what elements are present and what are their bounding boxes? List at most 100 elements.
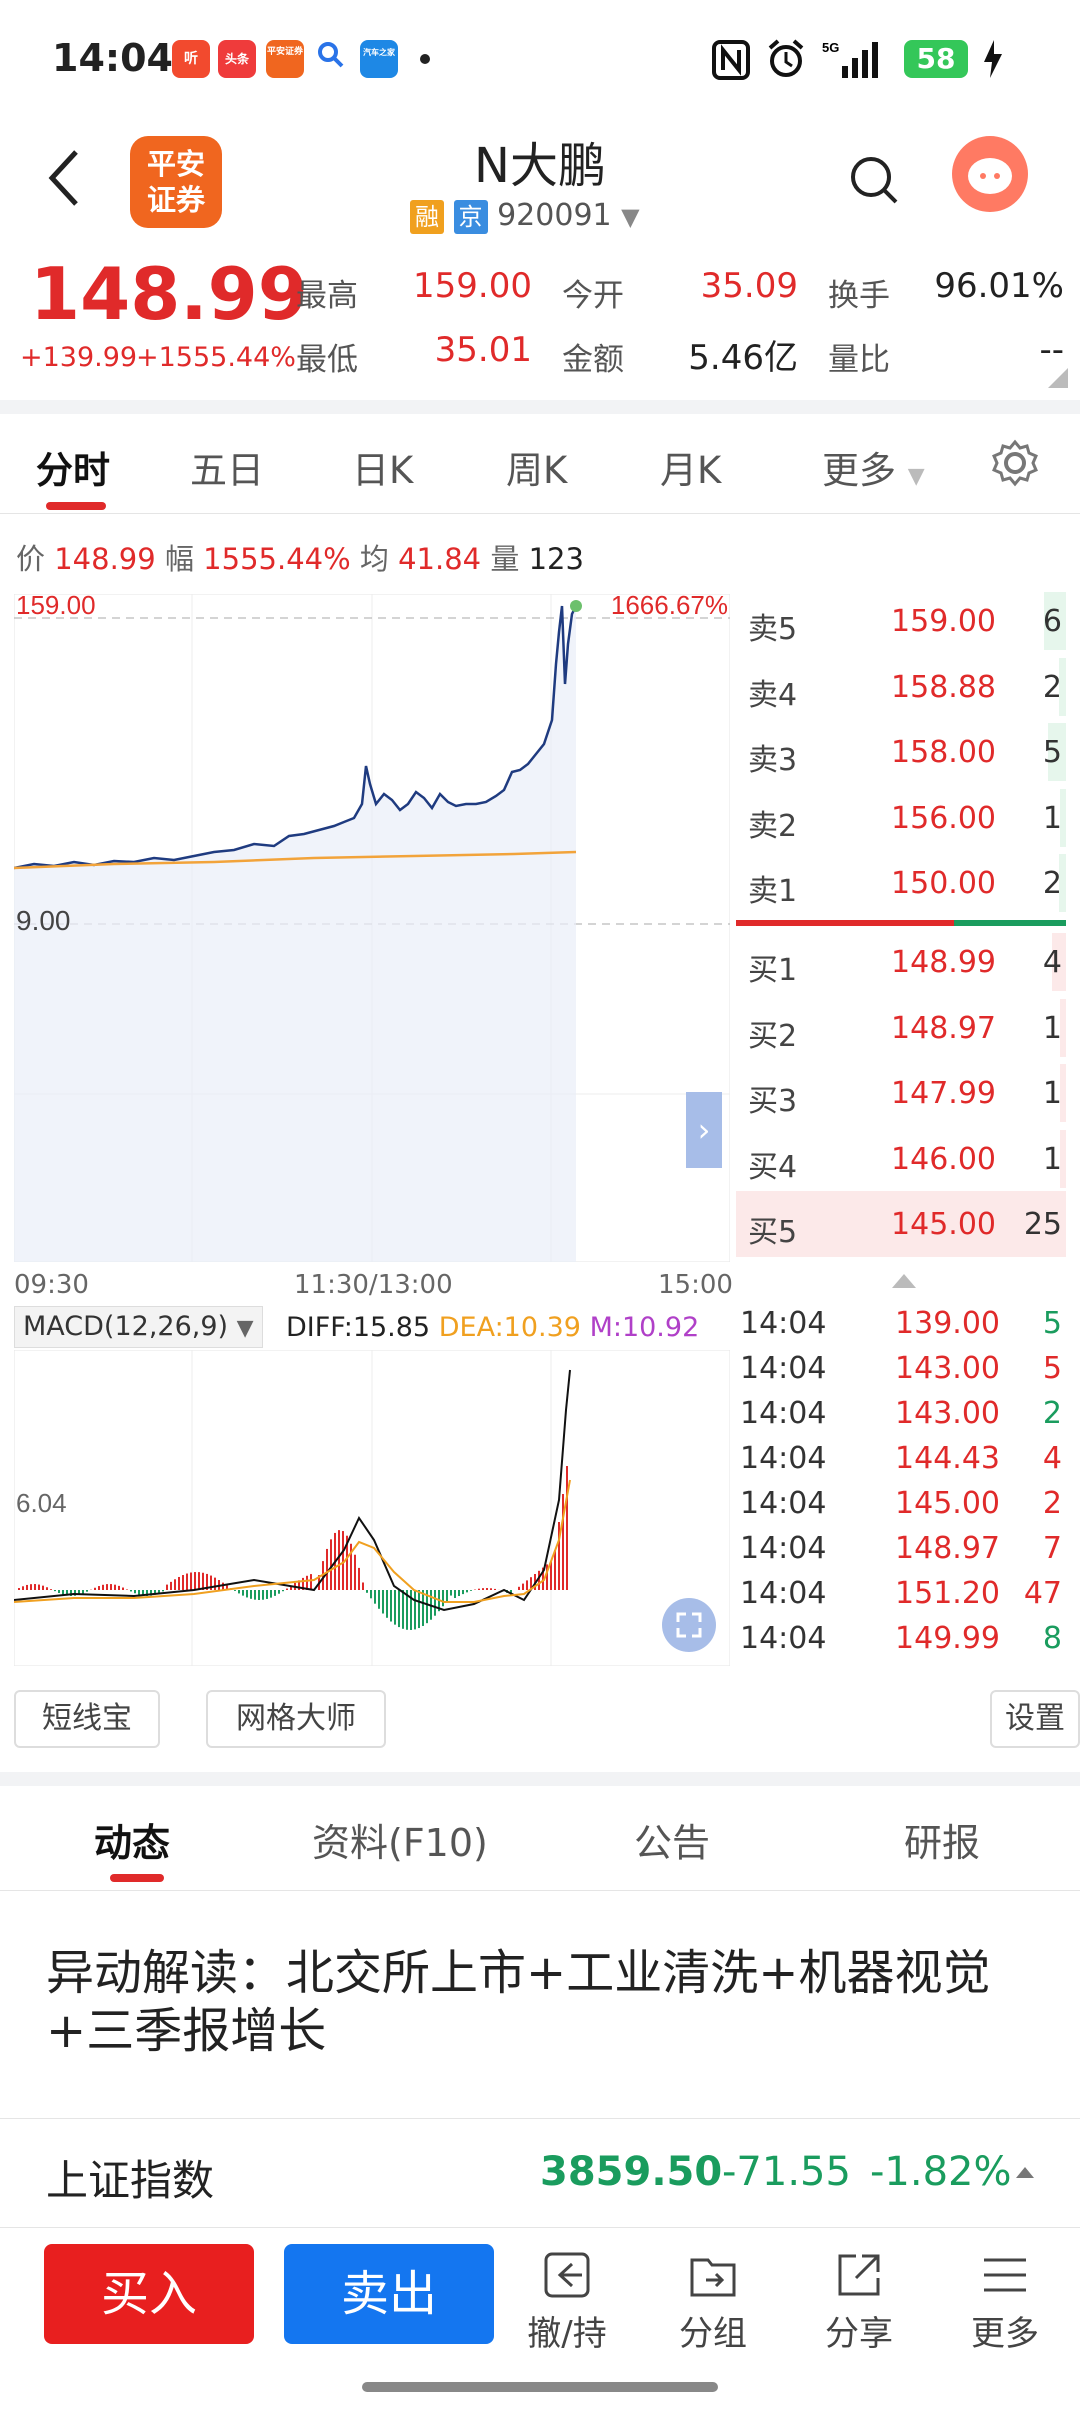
tab-f10[interactable]: 资料(F10)	[312, 1812, 488, 1867]
macd-bar	[118, 1585, 120, 1590]
macd-bar	[258, 1590, 260, 1600]
macd-bar	[38, 1584, 40, 1590]
macd-bar	[130, 1590, 132, 1592]
tab-announcements[interactable]: 公告	[634, 1812, 710, 1867]
intraday-chart[interactable]: 159.00 1666.67% 9.00	[14, 594, 730, 1262]
menu-icon	[984, 2258, 1026, 2292]
amount-value: 5.46亿	[688, 338, 798, 378]
level-volume: 1	[1042, 1010, 1062, 1046]
macd-bar	[338, 1530, 340, 1590]
chevron-right-icon[interactable]: ›	[686, 1092, 722, 1168]
group-button[interactable]: 分组	[658, 2250, 768, 2355]
search-icon[interactable]	[848, 154, 900, 206]
macd-bar	[450, 1590, 452, 1596]
divider	[0, 400, 1080, 414]
buy-level-2[interactable]: 买2 148.97 1	[736, 995, 1066, 1061]
triangle-up-icon[interactable]	[892, 1274, 916, 1288]
signal-icon: 5G	[822, 40, 878, 78]
macd-bar	[246, 1590, 248, 1598]
macd-bar	[462, 1590, 464, 1595]
cancel-hold-button[interactable]: 撤/持	[512, 2250, 622, 2355]
macd-diff: DIFF:15.85	[286, 1312, 431, 1343]
sell-button[interactable]: 卖出	[284, 2244, 494, 2344]
sell-level-4[interactable]: 卖4 158.88 2	[736, 654, 1066, 720]
buy-button[interactable]: 买入	[44, 2244, 254, 2344]
macd-bar	[478, 1588, 480, 1590]
charging-icon	[984, 40, 1002, 78]
macd-bar	[390, 1590, 392, 1622]
macd-bar	[42, 1585, 44, 1590]
buy-level-3[interactable]: 买3 147.99 1	[736, 1060, 1066, 1126]
search-icon	[312, 40, 350, 78]
buy-level-5[interactable]: 买5 145.00 25	[736, 1191, 1066, 1257]
tab-monthly-k[interactable]: 月K	[660, 440, 721, 494]
tab-daily-k[interactable]: 日K	[352, 440, 413, 494]
group-label: 分组	[679, 2314, 747, 2354]
macd-bar	[282, 1590, 284, 1592]
macd-selector[interactable]: MACD(12,26,9) ▼	[14, 1306, 263, 1348]
sell-level-1[interactable]: 卖1 150.00 2	[736, 850, 1066, 916]
level-label: 买4	[748, 1149, 798, 1185]
sell-level-2[interactable]: 卖2 156.00 1	[736, 785, 1066, 851]
axis-top-pct: 1666.67%	[611, 594, 728, 620]
bottom-action-bar: 买入 卖出 撤/持 分组 分享 更多	[0, 2230, 1080, 2412]
tab-intraday[interactable]: 分时	[36, 440, 110, 494]
macd-bar	[18, 1588, 20, 1590]
stock-name[interactable]: N大鹏	[0, 126, 1080, 196]
share-button[interactable]: 分享	[804, 2250, 914, 2355]
tab-more[interactable]: 更多 ▼	[822, 440, 925, 494]
status-bar: 14:04 听 头条 平安证券 汽车之家 5G 58	[0, 0, 1080, 120]
expand-corner-icon[interactable]	[1048, 368, 1068, 388]
tab-weekly-k[interactable]: 周K	[506, 440, 567, 494]
index-ticker[interactable]: 上证指数 3859.50 -71.55 -1.82%	[0, 2118, 1080, 2228]
level-volume: 2	[1042, 866, 1062, 901]
macd-bar	[250, 1590, 252, 1599]
tab-news[interactable]: 动态	[94, 1812, 170, 1867]
level-label: 买3	[748, 1084, 798, 1119]
settings-button[interactable]: 设置	[990, 1690, 1080, 1748]
macd-bar	[394, 1590, 396, 1625]
buy-level-4[interactable]: 买4 146.00 1	[736, 1126, 1066, 1192]
news-headline[interactable]: 异动解读：北交所上市+工业清洗+机器视觉+三季报增长	[46, 1944, 1026, 2060]
assistant-avatar[interactable]	[952, 136, 1028, 212]
tick-volume: 2	[1042, 1396, 1062, 1431]
grid-master-button[interactable]: 网格大师	[206, 1690, 386, 1748]
macd-bar	[518, 1586, 520, 1590]
macd-bar	[106, 1584, 108, 1590]
macd-bar	[126, 1589, 128, 1590]
folder-icon	[690, 2258, 736, 2297]
gear-icon[interactable]	[990, 438, 1040, 488]
assistant-icon	[968, 158, 1012, 194]
macd-bar	[410, 1590, 412, 1630]
macd-bar	[414, 1590, 416, 1630]
macd-bar	[354, 1554, 356, 1590]
level-price: 159.00	[891, 604, 996, 639]
fullscreen-icon[interactable]	[662, 1598, 716, 1652]
buy-level-1[interactable]: 买1 148.99 4	[736, 929, 1066, 995]
macd-bar	[562, 1494, 564, 1590]
macd-bar	[186, 1573, 188, 1590]
tab-5day[interactable]: 五日	[190, 440, 264, 494]
macd-bar	[122, 1587, 124, 1590]
level-volume: 6	[1042, 604, 1062, 639]
macd-bar	[358, 1567, 360, 1590]
sell-level-5[interactable]: 卖5 159.00 6	[736, 588, 1066, 654]
index-value: 3859.50	[540, 2149, 723, 2195]
macd-label: MACD(12,26,9)	[23, 1311, 229, 1342]
macd-chart[interactable]: 6.04	[14, 1350, 730, 1666]
macd-bar	[254, 1590, 256, 1600]
sell-level-3[interactable]: 卖3 158.00 5	[736, 719, 1066, 785]
stock-code-row[interactable]: 融 京 920091 ▼	[410, 198, 640, 234]
macd-bar	[102, 1584, 104, 1590]
price-change-pct: +1555.44%	[136, 342, 296, 373]
tab-research[interactable]: 研报	[904, 1812, 980, 1867]
triangle-up-icon[interactable]	[1016, 2167, 1034, 2178]
info-vol: 123	[528, 542, 584, 576]
short-line-button[interactable]: 短线宝	[14, 1690, 160, 1748]
low-value: 35.01	[434, 330, 532, 370]
macd-bar	[342, 1531, 344, 1590]
macd-bar	[458, 1590, 460, 1597]
macd-bar	[310, 1574, 312, 1590]
more-button[interactable]: 更多	[950, 2250, 1060, 2355]
tick-row: 14:04 139.00 5	[740, 1300, 1066, 1345]
